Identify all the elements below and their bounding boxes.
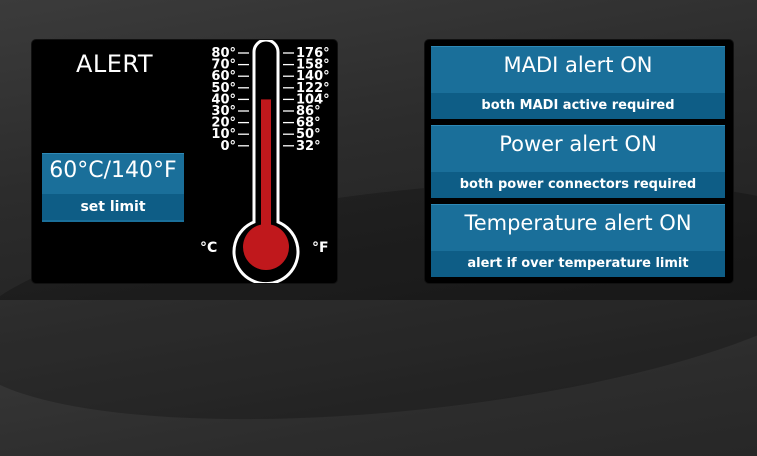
power-alert-card[interactable]: Power alert ON both power connectors req… [431,125,725,198]
temperature-alert-subtitle: alert if over temperature limit [431,251,725,277]
mercury-bulb [243,224,289,270]
thermometer: 80° 70° 60° 50° 40° 30° 20° 10° 0° 176° 158° 140° 12… [192,38,337,286]
power-alert-title: Power alert ON [499,132,657,156]
mercury-column [261,99,271,241]
power-alert-subtitle: both power connectors required [431,172,725,198]
madi-alert-title: MADI alert ON [503,53,653,77]
limit-value: 60°C/140°F [49,158,177,183]
fahrenheit-unit: °F [312,240,329,256]
alert-title: ALERT [75,50,154,78]
set-limit-label: set limit [42,194,184,220]
thermometer-graphic: 80°70°60°50°40°30°20°10°0°176°158°140°12… [200,38,330,286]
madi-alert-card[interactable]: MADI alert ON both MADI active required [431,46,725,119]
temperature-alert-card[interactable]: Temperature alert ON alert if over tempe… [431,204,725,277]
celsius-tick-label: 0° [220,139,236,154]
madi-alert-subtitle: both MADI active required [431,93,725,119]
alert-panel: ALERT 60°C/140°F set limit 80° 70° 60° 50° 4… [32,38,337,286]
temperature-alert-title: Temperature alert ON [464,211,692,235]
temperature-limit-button[interactable]: 60°C/140°F set limit [42,153,184,222]
status-panel: MADI alert ON both MADI active required … [425,40,733,283]
celsius-unit: °C [200,240,217,256]
fahrenheit-tick-label: 32° [296,139,321,154]
